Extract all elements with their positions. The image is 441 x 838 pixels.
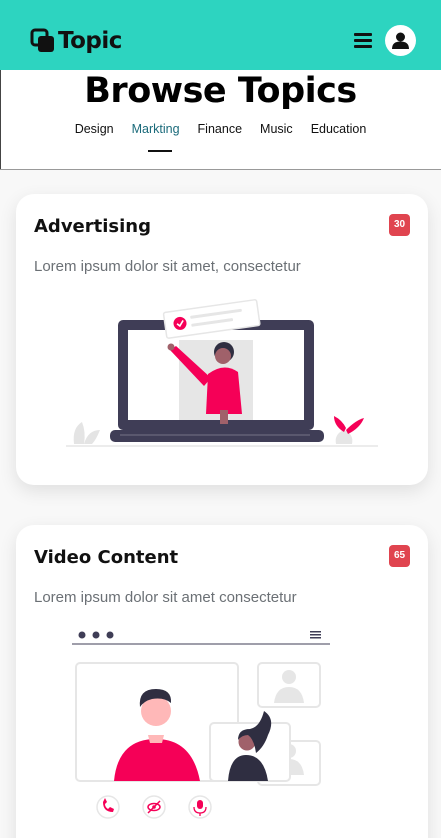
tab-finance[interactable]: Finance	[189, 122, 251, 136]
tab-music[interactable]: Music	[251, 122, 302, 136]
topics-list: Advertising 30 Lorem ipsum dolor sit ame…	[0, 170, 441, 838]
topic-card-advertising[interactable]: Advertising 30 Lorem ipsum dolor sit ame…	[16, 194, 428, 485]
user-avatar-button[interactable]	[385, 25, 416, 56]
card-description: Lorem ipsum dolor sit amet, consectetur	[34, 258, 301, 275]
tab-design[interactable]: Design	[66, 122, 123, 136]
card-title: Video Content	[34, 547, 179, 568]
logo-text: Topic	[58, 28, 122, 54]
hamburger-menu-icon[interactable]	[354, 33, 372, 49]
count-badge: 65	[389, 545, 410, 567]
logo[interactable]: Topic	[30, 28, 122, 54]
topic-tabs: Design Markting Finance Music Education	[0, 122, 441, 136]
tab-education[interactable]: Education	[302, 122, 376, 136]
logo-icon	[30, 28, 56, 54]
card-title: Advertising	[34, 216, 151, 237]
count-badge: 30	[389, 214, 410, 236]
tab-marketing[interactable]: Markting	[123, 122, 189, 136]
top-navbar: Topic	[0, 0, 441, 70]
active-tab-indicator	[148, 150, 172, 152]
card-description: Lorem ipsum dolor sit amet consectetur	[34, 589, 297, 606]
advertising-illustration	[66, 299, 378, 447]
video-call-illustration	[72, 631, 330, 819]
page-title: Browse Topics	[84, 71, 357, 111]
topic-card-video-content[interactable]: Video Content 65 Lorem ipsum dolor sit a…	[16, 525, 428, 838]
user-icon	[392, 32, 409, 49]
